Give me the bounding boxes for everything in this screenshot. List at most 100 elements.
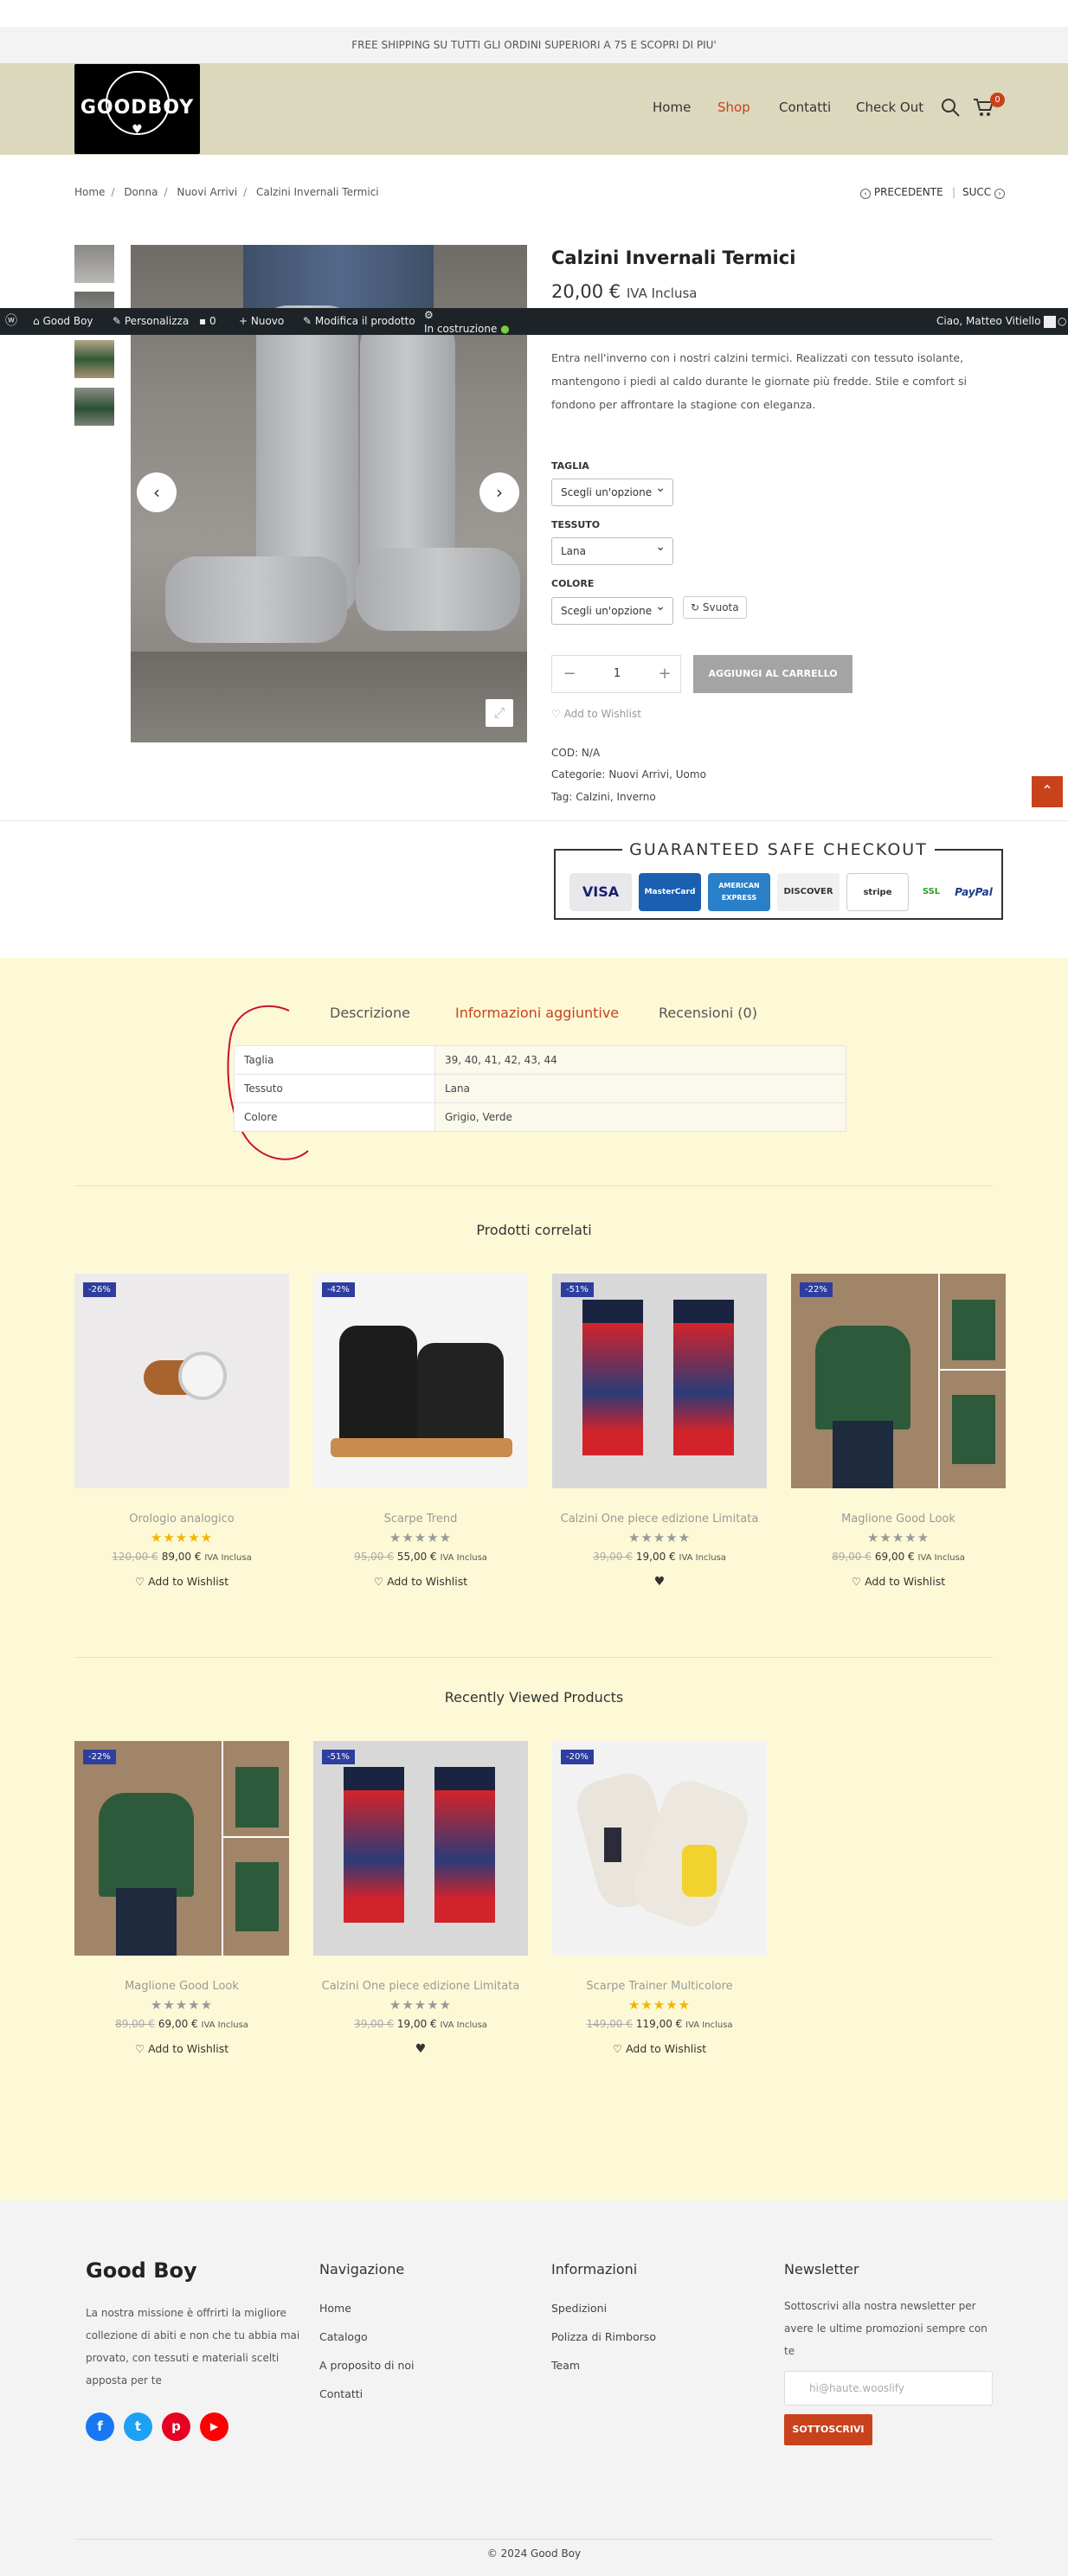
image-divider <box>223 1836 289 1838</box>
tessuto-label: TESSUTO <box>551 519 601 530</box>
newsletter-email-input[interactable]: hi@haute.wooslify <box>784 2371 993 2406</box>
colore-select[interactable]: Scegli un'opzione <box>551 594 673 625</box>
footer-link-contatti[interactable]: Contatti <box>319 2387 363 2400</box>
product-name[interactable]: Maglione Good Look <box>74 1980 289 1993</box>
add-to-wishlist-link[interactable]: ♡ Add to Wishlist <box>791 1575 1006 1588</box>
wishlist-heart-icon[interactable]: ♥ <box>552 1575 767 1589</box>
site-logo[interactable]: GOODBOY ♥ <box>74 64 200 154</box>
sneaker-sole-shape <box>331 1438 512 1457</box>
tag-links[interactable]: Calzini, Inverno <box>576 791 656 803</box>
tessuto-select[interactable]: Lana <box>551 534 673 565</box>
add-to-wishlist-link[interactable]: ♡ Add to Wishlist <box>74 1575 289 1588</box>
nav-separator: | <box>952 186 956 198</box>
add-to-wishlist-link[interactable]: ♡ Add to Wishlist <box>552 2042 767 2055</box>
quantity-plus-button[interactable]: + <box>647 656 682 692</box>
sweater-shape <box>235 1862 279 1931</box>
youtube-icon[interactable]: ▶ <box>200 2412 228 2441</box>
breadcrumb-donna[interactable]: Donna <box>124 186 158 198</box>
discount-badge: -42% <box>322 1282 355 1297</box>
nav-checkout[interactable]: Check Out <box>856 100 923 115</box>
product-image[interactable] <box>313 1274 528 1488</box>
nav-shop[interactable]: Shop <box>717 100 750 115</box>
product-image[interactable] <box>313 1741 528 1956</box>
product-name[interactable]: Calzini One piece edizione Limitata <box>313 1980 528 1993</box>
footer-link-home[interactable]: Home <box>319 2302 351 2315</box>
rating-stars: ★★★★★ <box>389 1530 453 1545</box>
zoom-expand-icon[interactable]: ⤢ <box>486 699 513 727</box>
wishlist-heart-icon[interactable]: ♥ <box>313 2042 528 2056</box>
gallery-prev-button[interactable]: ‹ <box>137 472 177 512</box>
quantity-value[interactable]: 1 <box>587 656 647 692</box>
nav-home[interactable]: Home <box>653 100 691 115</box>
twitter-icon[interactable]: t <box>124 2412 152 2441</box>
category-links[interactable]: Nuovi Arrivi, Uomo <box>608 768 706 781</box>
sneaker-accent-shape <box>604 1828 621 1862</box>
logo-wordmark: GOODBOY <box>80 97 195 119</box>
product-thumbnail-3[interactable] <box>74 340 114 378</box>
add-to-wishlist-link[interactable]: ♡ Add to Wishlist <box>551 708 641 720</box>
product-image[interactable] <box>74 1741 289 1956</box>
table-row: Tessuto Lana <box>234 1074 846 1103</box>
product-price: 149,00 €119,00 € IVA Inclusa <box>586 2018 733 2030</box>
chevron-right-circle-icon: › <box>994 189 1005 199</box>
product-name[interactable]: Maglione Good Look <box>791 1513 1006 1526</box>
rating-stars: ★★★★★ <box>866 1530 930 1545</box>
product-name[interactable]: Scarpe Trend <box>313 1513 528 1526</box>
product-name[interactable]: Scarpe Trainer Multicolore <box>552 1980 767 1993</box>
wordpress-logo-icon[interactable]: ⓦ <box>5 308 17 335</box>
breadcrumb-home[interactable]: Home <box>74 186 105 198</box>
gallery-next-button[interactable]: › <box>479 472 519 512</box>
discount-badge: -22% <box>83 1750 116 1764</box>
visa-icon: VISA <box>569 873 632 911</box>
admin-status[interactable]: ⚙ In costruzione ● <box>424 308 510 336</box>
sock-left-shape <box>344 1767 404 1923</box>
rating-stars: ★★★★★ <box>627 1530 692 1545</box>
taglia-select[interactable]: Scegli un'opzione <box>551 475 673 506</box>
product-image[interactable] <box>552 1741 767 1956</box>
footer-link-about[interactable]: A proposito di noi <box>319 2359 415 2372</box>
next-product-link[interactable]: SUCC › <box>962 186 1005 199</box>
add-to-wishlist-link[interactable]: ♡ Add to Wishlist <box>74 2042 289 2055</box>
product-image[interactable] <box>74 1274 289 1488</box>
add-to-wishlist-link[interactable]: ♡ Add to Wishlist <box>313 1575 528 1588</box>
rating-stars: ★★★★★ <box>150 1530 214 1545</box>
footer-link-team[interactable]: Team <box>551 2359 580 2372</box>
floor-shape <box>131 652 527 742</box>
footer-link-catalogo[interactable]: Catalogo <box>319 2330 368 2343</box>
mastercard-icon: MasterCard <box>639 873 701 911</box>
heart-outline-icon: ♡ <box>612 2042 623 2055</box>
tab-recensioni[interactable]: Recensioni (0) <box>659 1005 757 1021</box>
product-thumbnail-1[interactable] <box>74 245 114 283</box>
admin-comments-link[interactable]: ▪ 0 <box>199 308 216 335</box>
product-image[interactable] <box>791 1274 1006 1488</box>
product-name[interactable]: Orologio analogico <box>74 1513 289 1526</box>
admin-new-link[interactable]: + Nuovo <box>239 308 284 335</box>
add-to-cart-button[interactable]: AGGIUNGI AL CARRELLO <box>693 655 852 693</box>
admin-edit-product-link[interactable]: ✎ Modifica il prodotto <box>303 308 415 335</box>
newsletter-subscribe-button[interactable]: SOTTOSCRIVI <box>784 2414 872 2445</box>
quantity-stepper[interactable]: − 1 + <box>551 655 681 693</box>
pinterest-icon[interactable]: p <box>162 2412 190 2441</box>
jeans-shape <box>116 1888 177 1956</box>
product-name[interactable]: Calzini One piece edizione Limitata <box>552 1513 767 1526</box>
sock-left-shape <box>582 1300 643 1455</box>
search-icon[interactable] <box>940 97 961 121</box>
facebook-icon[interactable]: f <box>86 2412 114 2441</box>
prev-product-link[interactable]: ‹ PRECEDENTE <box>860 186 943 199</box>
reset-variations-button[interactable]: ↻ Svuota <box>683 596 747 619</box>
product-thumbnail-4[interactable] <box>74 388 114 426</box>
admin-customize-link[interactable]: ✎ Personalizza <box>113 308 189 335</box>
nav-contatti[interactable]: Contatti <box>779 100 831 115</box>
footer-link-rimborso[interactable]: Polizza di Rimborso <box>551 2330 656 2343</box>
tab-informazioni-aggiuntive[interactable]: Informazioni aggiuntive <box>455 1005 619 1021</box>
admin-greeting[interactable]: Ciao, Matteo Vitiello <box>936 308 1057 335</box>
scroll-to-top-button[interactable]: ⌃ <box>1032 776 1063 807</box>
footer-link-spedizioni[interactable]: Spedizioni <box>551 2302 607 2315</box>
breadcrumb-nuovi-arrivi[interactable]: Nuovi Arrivi <box>177 186 237 198</box>
quantity-minus-button[interactable]: − <box>552 656 587 692</box>
tab-descrizione[interactable]: Descrizione <box>330 1005 410 1021</box>
admin-search-icon[interactable]: ○ <box>1058 308 1066 335</box>
admin-site-link[interactable]: ⌂ Good Boy <box>33 308 93 335</box>
product-description: Entra nell'inverno con i nostri calzini … <box>551 351 968 411</box>
product-image[interactable] <box>552 1274 767 1488</box>
